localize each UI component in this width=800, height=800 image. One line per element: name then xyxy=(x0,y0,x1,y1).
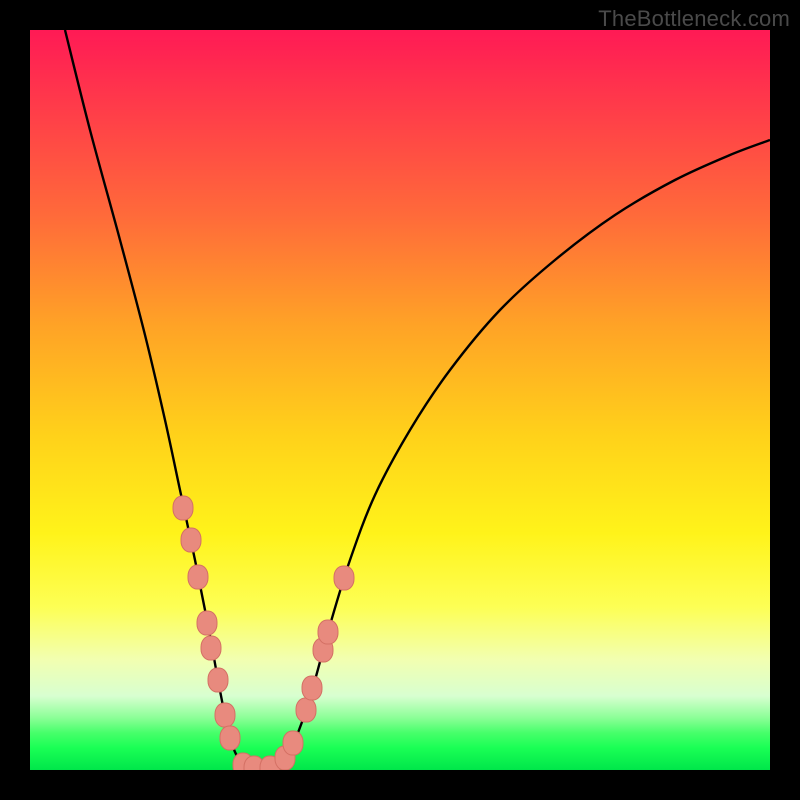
curve-marker xyxy=(302,676,322,700)
curve-marker xyxy=(181,528,201,552)
curve-marker xyxy=(173,496,193,520)
watermark-text: TheBottleneck.com xyxy=(598,6,790,32)
curve-marker xyxy=(220,726,240,750)
bottleneck-curve-path xyxy=(65,30,770,768)
plot-area xyxy=(30,30,770,770)
curve-svg xyxy=(30,30,770,770)
curve-marker xyxy=(197,611,217,635)
curve-marker xyxy=(215,703,235,727)
curve-marker xyxy=(318,620,338,644)
curve-marker xyxy=(334,566,354,590)
chart-frame: TheBottleneck.com xyxy=(0,0,800,800)
marker-group xyxy=(173,496,354,770)
curve-marker xyxy=(296,698,316,722)
curve-marker xyxy=(208,668,228,692)
curve-marker xyxy=(201,636,221,660)
curve-marker xyxy=(283,731,303,755)
curve-marker xyxy=(188,565,208,589)
